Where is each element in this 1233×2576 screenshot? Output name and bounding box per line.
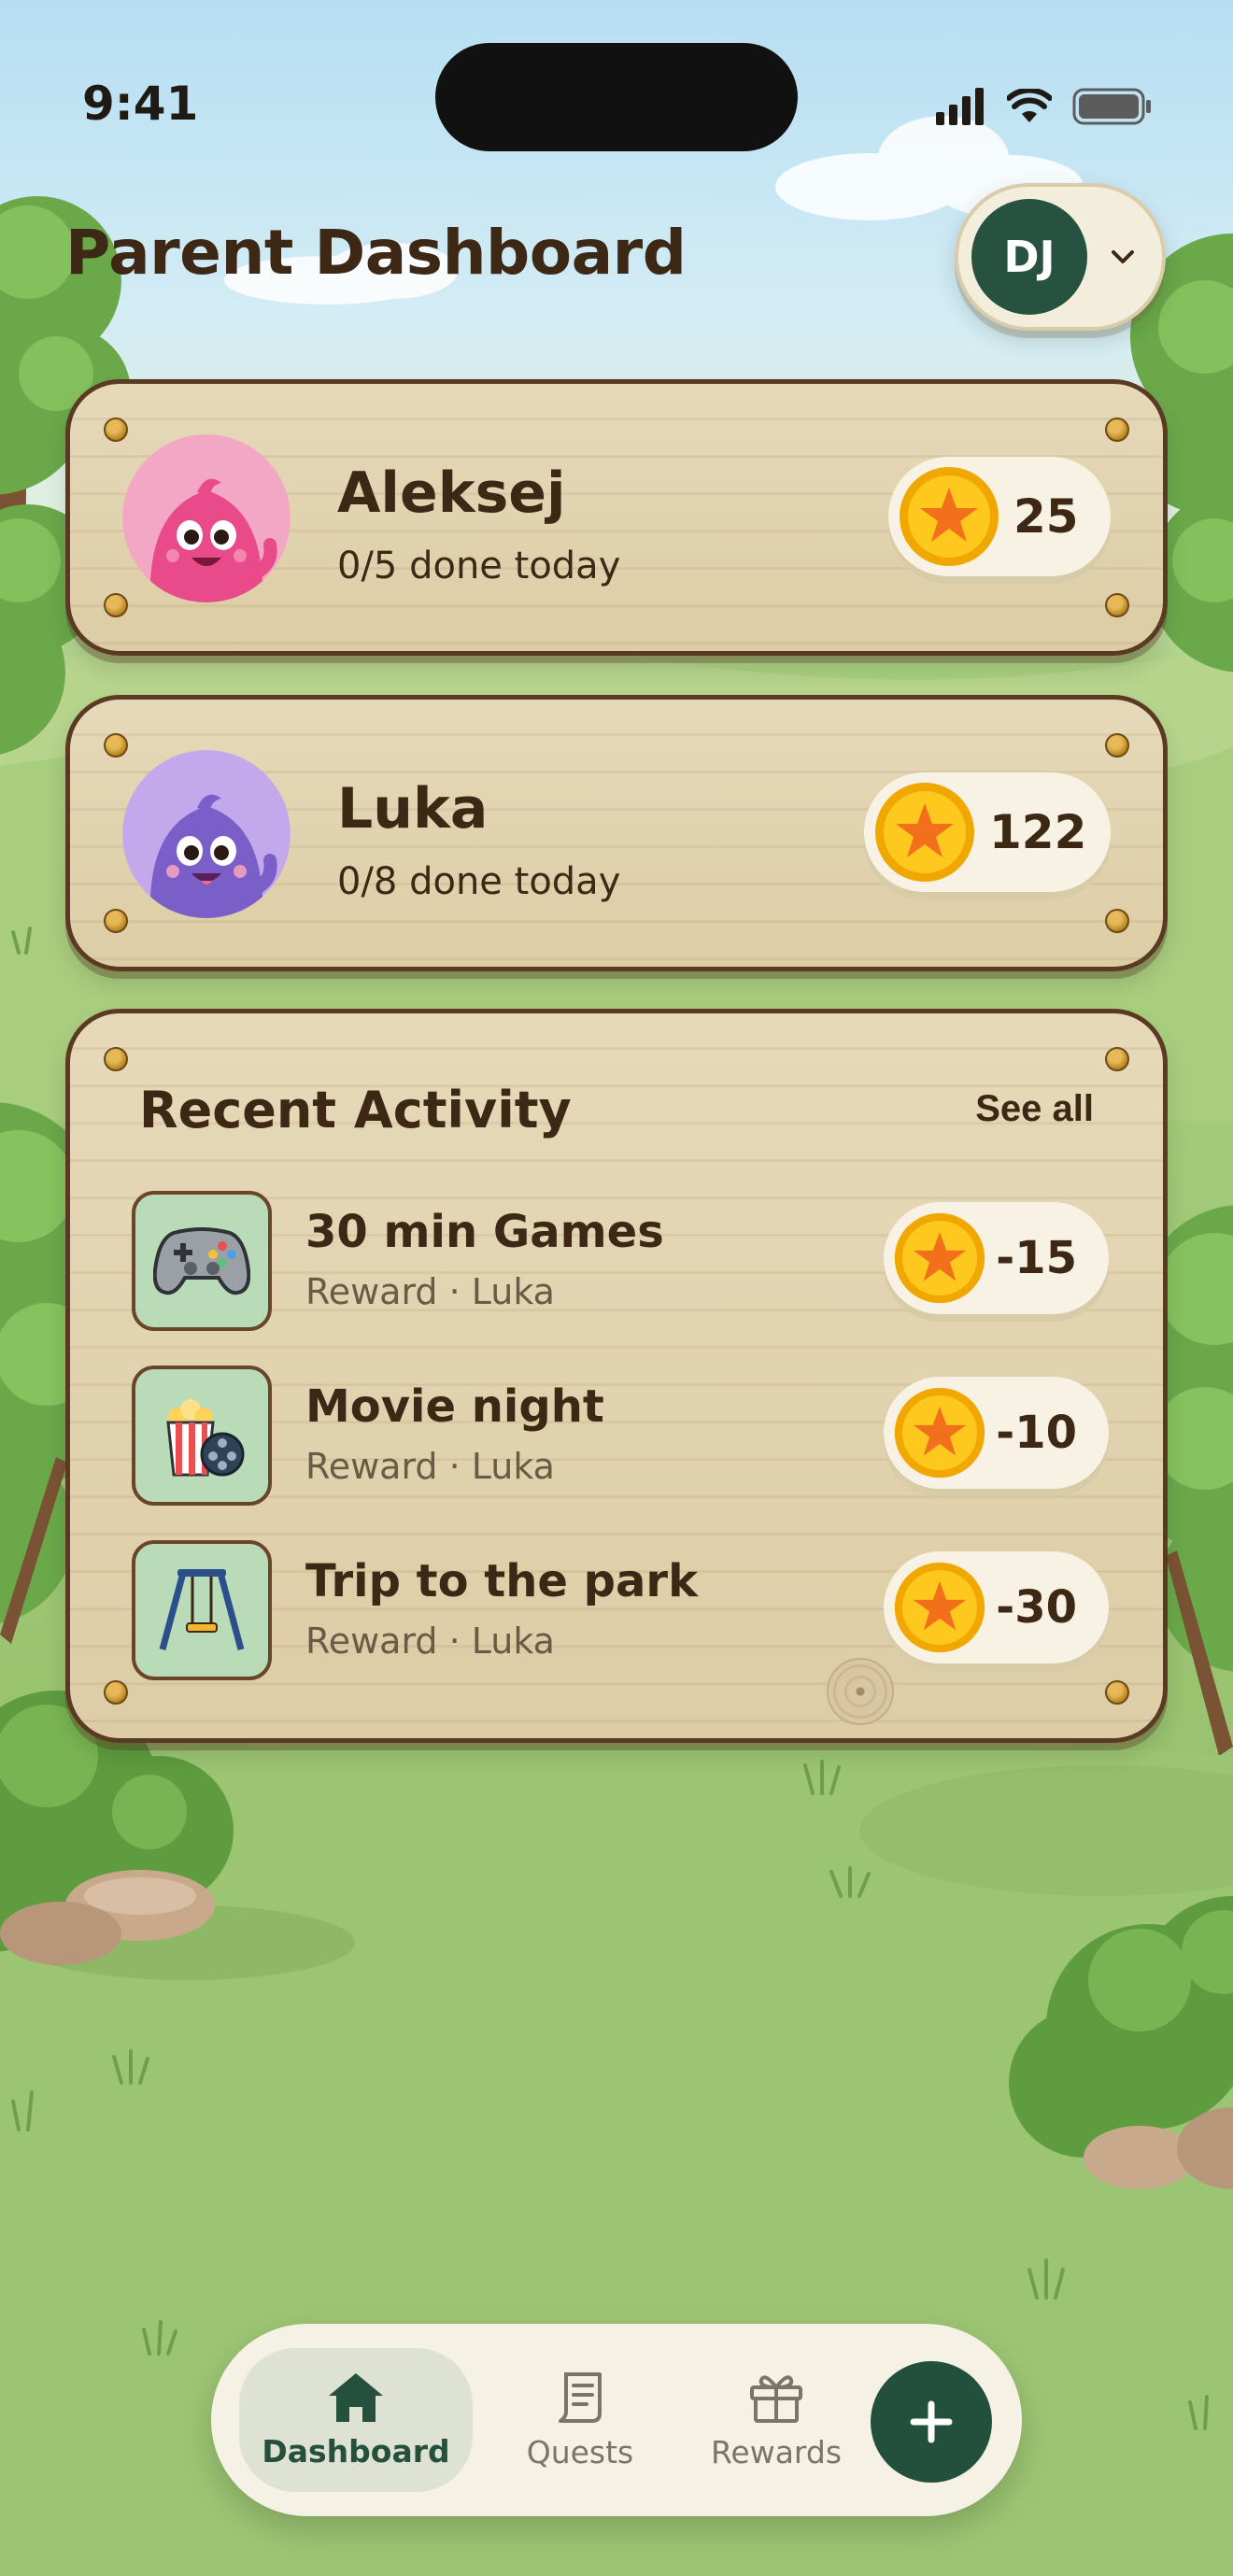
coin-amount: -30 [884, 1551, 1109, 1663]
purple-monster-avatar-icon [122, 750, 291, 918]
coin-icon [900, 467, 999, 566]
kid-avatar [122, 750, 291, 918]
avatar: DJ [971, 199, 1087, 315]
coin-icon [895, 1212, 985, 1304]
nail-decoration [1105, 593, 1129, 617]
nail-decoration [1105, 1680, 1129, 1705]
nail-decoration [104, 909, 128, 933]
nail-decoration [1105, 1047, 1129, 1071]
tab-label: Quests [526, 2433, 634, 2470]
coin-icon [875, 783, 974, 882]
gift-icon [750, 2374, 802, 2423]
activity-name: Movie night [305, 1380, 604, 1433]
swing-icon [159, 1569, 245, 1650]
tab-label: Dashboard [262, 2432, 450, 2470]
nail-decoration [104, 593, 128, 617]
profile-switcher[interactable]: DJ [955, 183, 1166, 331]
plus-icon [910, 2400, 953, 2443]
signal-icon [936, 88, 984, 125]
see-all-link[interactable]: See all [975, 1088, 1094, 1130]
nail-decoration [1105, 418, 1129, 442]
recent-activity-card: Recent Activity See all 30 min Games Rew… [65, 1009, 1168, 1743]
activity-meta: Reward · Luka [305, 1271, 555, 1312]
activity-meta: Reward · Luka [305, 1621, 555, 1662]
coin-value: 25 [1013, 489, 1079, 544]
status-time: 9:41 [82, 77, 199, 131]
wood-knot-decoration [827, 1658, 894, 1725]
tab-label: Rewards [710, 2433, 843, 2470]
battery-icon [1072, 88, 1151, 125]
activity-item[interactable]: Movie night Reward · Luka -10 [132, 1366, 1109, 1506]
activity-item[interactable]: Trip to the park Reward · Luka -30 [132, 1540, 1109, 1680]
activity-name: 30 min Games [305, 1206, 664, 1258]
add-button[interactable] [871, 2361, 992, 2483]
coin-amount: -10 [884, 1377, 1109, 1489]
dynamic-island [435, 43, 798, 151]
nail-decoration [104, 1047, 128, 1071]
activity-meta: Reward · Luka [305, 1446, 555, 1487]
kid-card-aleksej[interactable]: Aleksej 0/5 done today 25 [65, 379, 1168, 656]
activity-icon-tile [132, 1366, 272, 1506]
coin-balance: 25 [888, 457, 1111, 576]
status-icons [936, 88, 1153, 125]
activity-item[interactable]: 30 min Games Reward · Luka -15 [132, 1191, 1109, 1331]
tab-quests[interactable]: Quests [491, 2348, 669, 2492]
nail-decoration [104, 1680, 128, 1705]
kid-card-luka[interactable]: Luka 0/8 done today 122 [65, 695, 1168, 971]
popcorn-film-icon [166, 1399, 245, 1477]
nail-decoration [1105, 909, 1129, 933]
kid-avatar [122, 434, 291, 602]
home-icon [329, 2372, 383, 2422]
activity-icon-tile [132, 1540, 272, 1680]
coin-icon [895, 1387, 985, 1479]
activity-name: Trip to the park [305, 1555, 699, 1607]
kid-progress: 0/8 done today [337, 860, 621, 903]
game-controller-icon [153, 1227, 250, 1295]
coin-value: 122 [989, 805, 1087, 859]
coin-balance: 122 [864, 772, 1111, 892]
coin-value: -10 [996, 1407, 1077, 1459]
coin-amount: -15 [884, 1202, 1109, 1314]
chevron-down-icon [1112, 250, 1134, 263]
wifi-icon [1007, 89, 1052, 122]
kid-name: Aleksej [337, 460, 566, 526]
activity-icon-tile [132, 1191, 272, 1331]
scroll-icon [559, 2371, 602, 2423]
section-title: Recent Activity [139, 1081, 572, 1139]
coin-value: -15 [996, 1232, 1077, 1284]
kid-progress: 0/5 done today [337, 545, 621, 587]
nail-decoration [1105, 733, 1129, 757]
bottom-nav: Dashboard Quests Rewards [211, 2324, 1022, 2516]
coin-icon [895, 1562, 985, 1653]
nail-decoration [104, 418, 128, 442]
tab-rewards[interactable]: Rewards [678, 2348, 874, 2492]
page-title: Parent Dashboard [65, 217, 687, 289]
kid-name: Luka [337, 776, 489, 842]
pink-monster-avatar-icon [122, 434, 291, 602]
tab-dashboard[interactable]: Dashboard [239, 2348, 473, 2492]
nail-decoration [104, 733, 128, 757]
coin-value: -30 [996, 1581, 1077, 1634]
